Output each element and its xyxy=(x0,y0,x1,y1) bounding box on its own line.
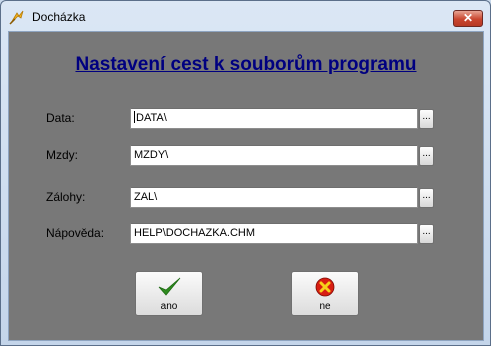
dialog-window: Docházka ✕ Nastavení cest k souborům pro… xyxy=(0,0,491,346)
text-caret xyxy=(134,111,135,123)
dialog-body: Nastavení cest k souborům programu Data:… xyxy=(8,31,484,341)
ok-button-label: ano xyxy=(160,301,178,312)
ok-button[interactable]: ano xyxy=(135,271,203,316)
data-path-value: DATA\ xyxy=(136,112,167,124)
cancel-icon xyxy=(315,277,335,297)
title-bar[interactable]: Docházka ✕ xyxy=(1,1,490,31)
mzdy-browse-button[interactable]: ... xyxy=(419,146,434,166)
mzdy-label: Mzdy: xyxy=(46,148,79,162)
zalohy-path-input[interactable]: ZAL\ xyxy=(130,187,418,208)
zalohy-label: Zálohy: xyxy=(46,190,86,204)
napoveda-path-input[interactable]: HELP\DOCHAZKA.CHM xyxy=(130,223,418,244)
cancel-button[interactable]: ne xyxy=(291,271,359,316)
cancel-button-label: ne xyxy=(319,301,331,312)
data-browse-button[interactable]: ... xyxy=(419,109,434,129)
zalohy-browse-button[interactable]: ... xyxy=(419,188,434,208)
data-label: Data: xyxy=(46,111,75,125)
data-path-input[interactable]: DATA\ xyxy=(130,108,418,129)
mzdy-path-input[interactable]: MZDY\ xyxy=(130,145,418,166)
dialog-heading: Nastavení cest k souborům programu xyxy=(75,54,417,75)
checkmark-icon xyxy=(158,277,181,296)
close-button[interactable]: ✕ xyxy=(453,10,483,27)
napoveda-browse-button[interactable]: ... xyxy=(419,224,434,244)
napoveda-label: Nápověda: xyxy=(46,226,105,240)
window-title: Docházka xyxy=(32,10,86,24)
app-icon xyxy=(9,10,24,25)
